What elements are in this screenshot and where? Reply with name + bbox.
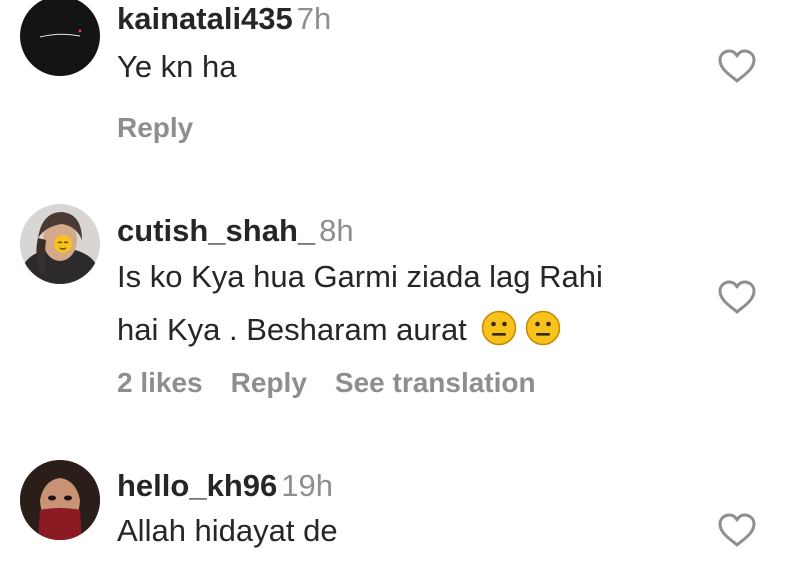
comment-text-line-2: hai Kya . Besharam aurat bbox=[117, 303, 677, 356]
comment-text: Ye kn ha bbox=[117, 40, 677, 93]
see-translation-button[interactable]: See translation bbox=[335, 367, 536, 398]
comment-text-line: Ye kn ha bbox=[117, 49, 237, 84]
username[interactable]: kainatali435 bbox=[117, 1, 293, 36]
comment-text: Allah hidayat de bbox=[117, 504, 677, 557]
neutral-face-emoji-icon bbox=[481, 310, 517, 346]
avatar-image bbox=[20, 0, 100, 76]
comment-text: Is ko Kya hua Garmi ziada lag Rahi hai K… bbox=[117, 250, 677, 356]
timestamp: 7h bbox=[296, 1, 332, 36]
likes-count[interactable]: 2 likes bbox=[117, 367, 203, 398]
username[interactable]: hello_kh96 bbox=[117, 468, 277, 503]
avatar[interactable] bbox=[20, 0, 100, 76]
reply-button[interactable]: Reply bbox=[117, 112, 193, 143]
comment-header: hello_kh96 19h bbox=[117, 469, 333, 503]
timestamp: 8h bbox=[319, 213, 354, 248]
comment-actions: 2 likes Reply See translation bbox=[117, 367, 564, 399]
heart-icon[interactable] bbox=[717, 48, 757, 84]
heart-icon[interactable] bbox=[717, 512, 757, 548]
comment-header: kainatali435 7h bbox=[117, 2, 331, 36]
avatar-image bbox=[20, 204, 100, 284]
comment-text-line: Allah hidayat de bbox=[117, 513, 338, 548]
heart-icon[interactable] bbox=[717, 279, 757, 315]
avatar[interactable] bbox=[20, 460, 100, 540]
reply-button[interactable]: Reply bbox=[231, 367, 307, 398]
comment-header: cutish_shah_ 8h bbox=[117, 214, 354, 248]
username[interactable]: cutish_shah_ bbox=[117, 213, 315, 248]
avatar[interactable] bbox=[20, 204, 100, 284]
avatar-image bbox=[20, 460, 100, 540]
neutral-face-emoji-icon bbox=[525, 310, 561, 346]
comment-text-line: hai Kya . Besharam aurat bbox=[117, 312, 467, 347]
comment-text-line: Is ko Kya hua Garmi ziada lag Rahi bbox=[117, 259, 603, 294]
timestamp: 19h bbox=[281, 468, 333, 503]
comment-actions: Reply bbox=[117, 112, 221, 144]
